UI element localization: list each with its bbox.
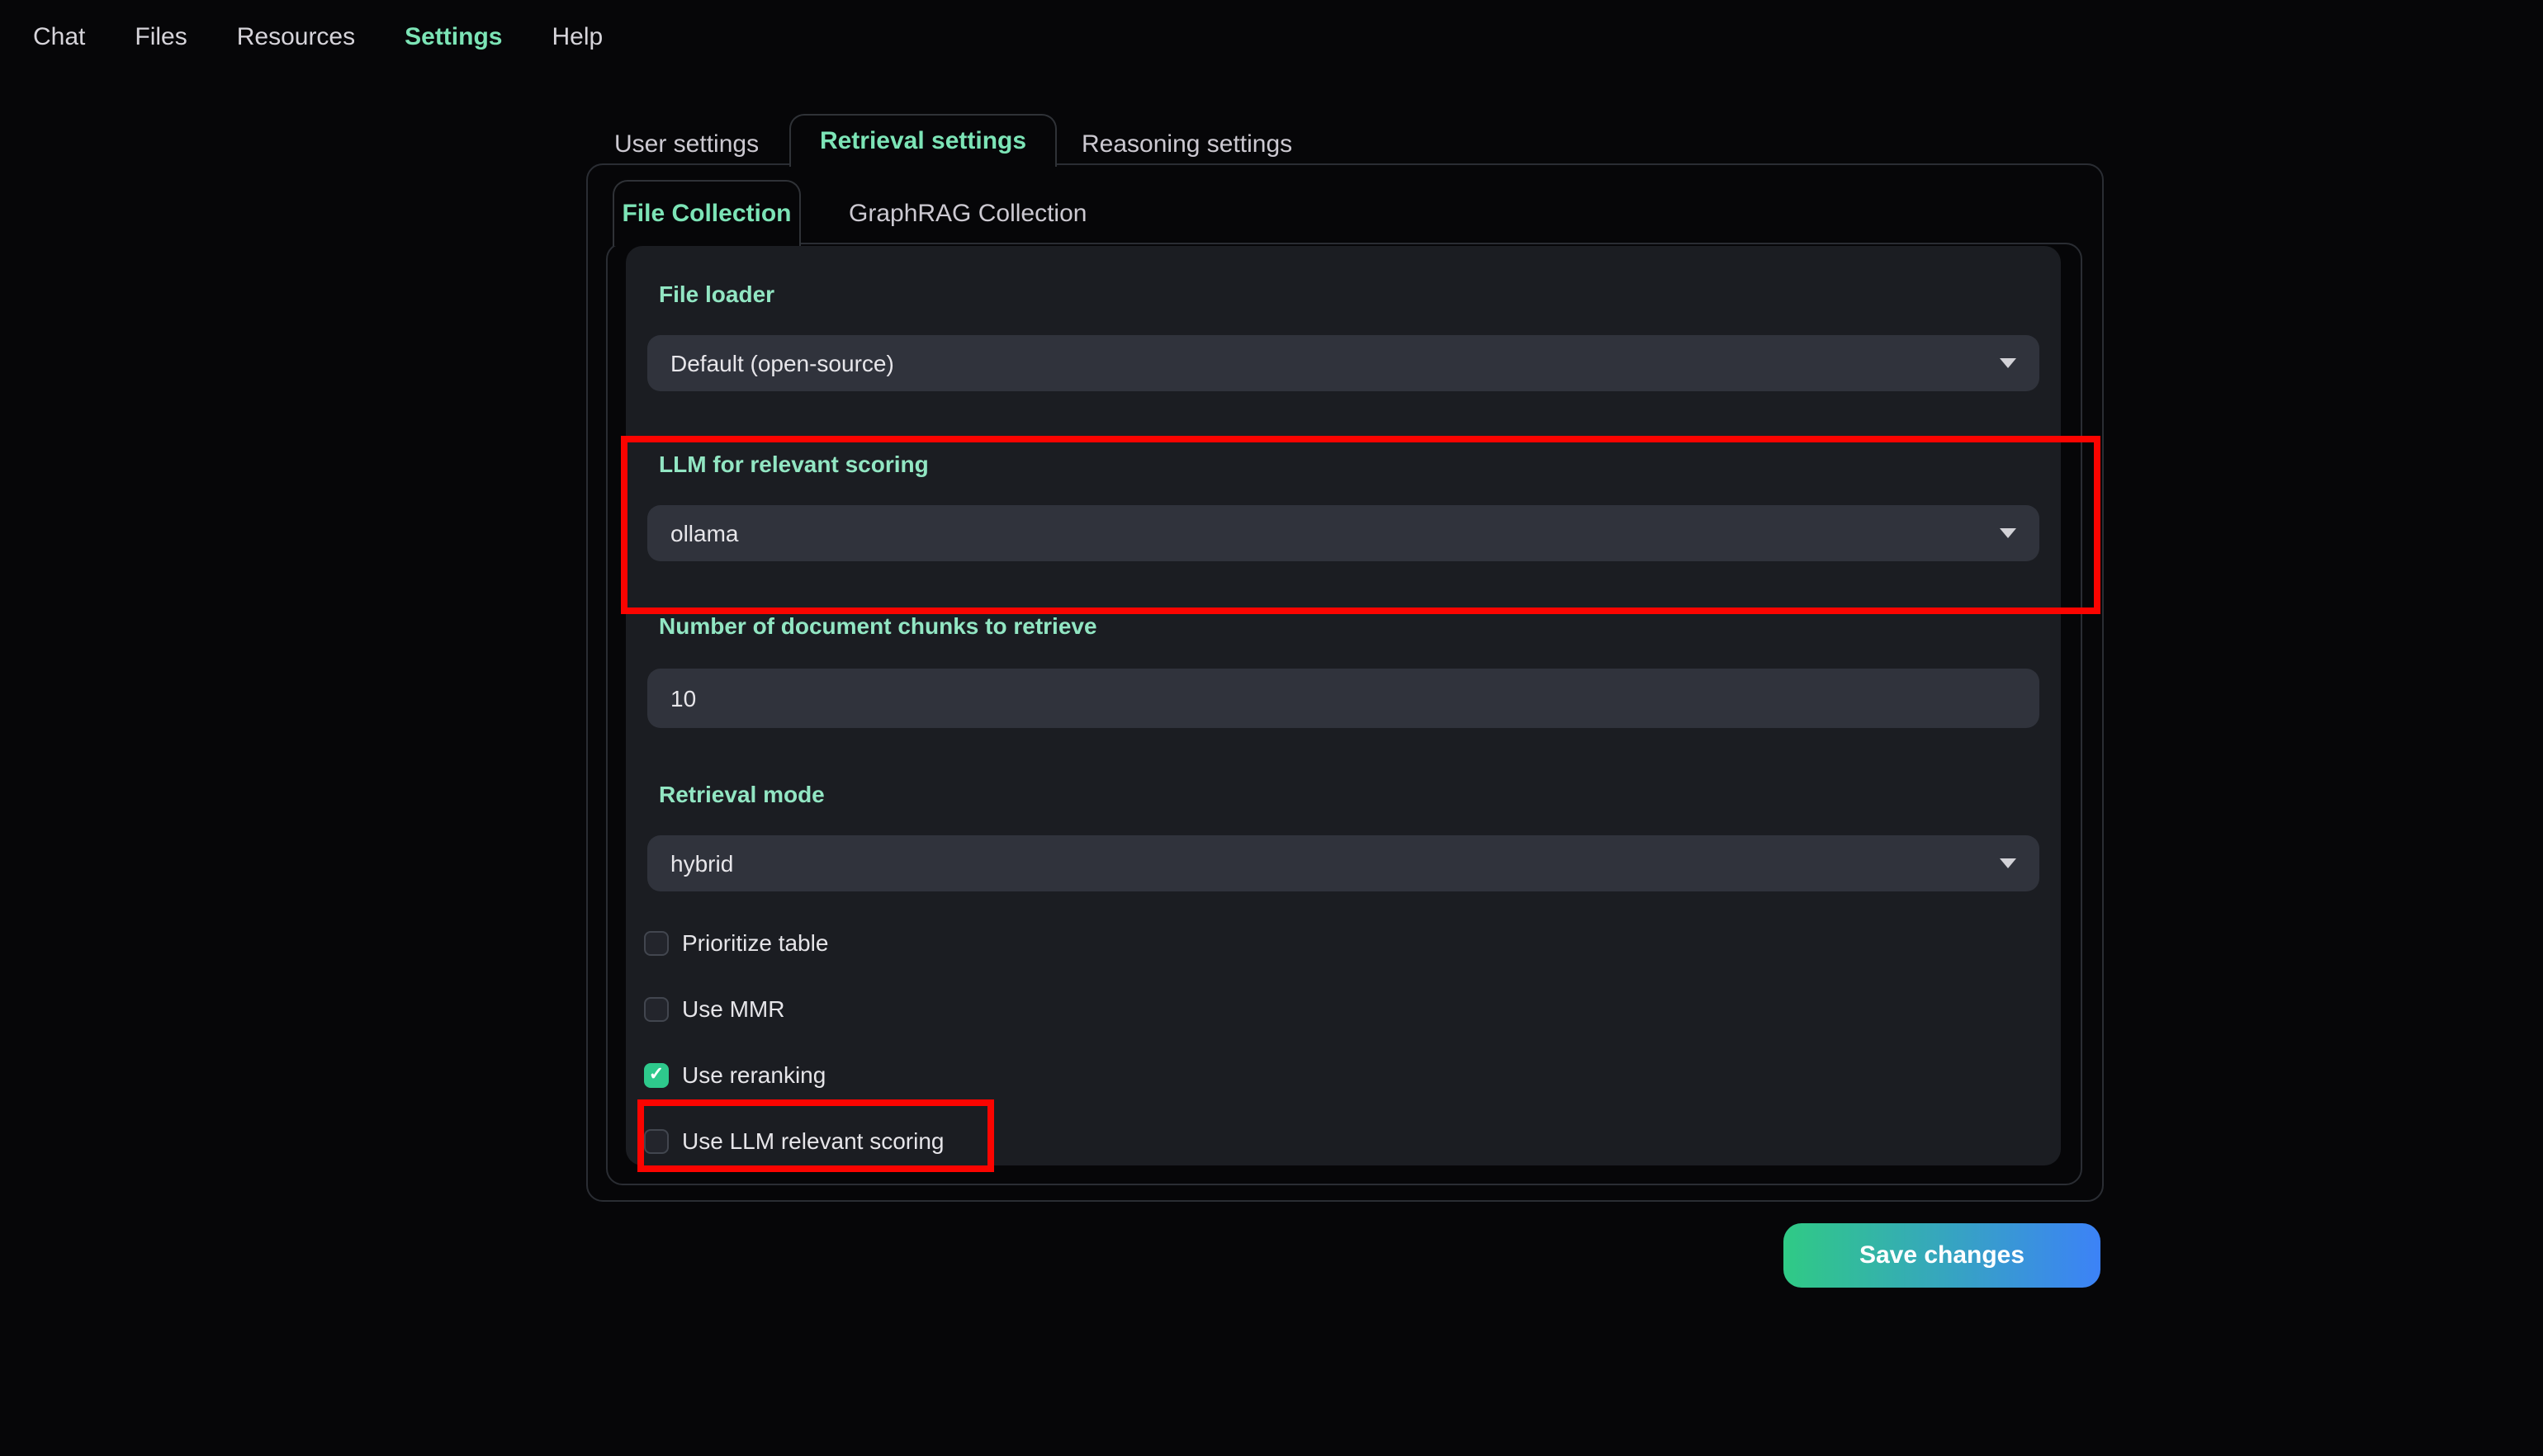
- check-icon: ✓: [648, 1064, 665, 1084]
- chevron-down-icon: [2000, 358, 2016, 368]
- llm-scoring-label: LLM for relevant scoring: [659, 451, 929, 477]
- app-window: Chat Files Resources Settings Help User …: [0, 0, 2543, 1456]
- nav-item-chat[interactable]: Chat: [33, 23, 85, 51]
- checkbox-icon[interactable]: ✓: [644, 996, 669, 1021]
- subtab-file-collection[interactable]: File Collection: [613, 180, 801, 246]
- tab-user-settings[interactable]: User settings: [614, 130, 759, 158]
- nav-item-help[interactable]: Help: [552, 23, 604, 51]
- llm-scoring-select[interactable]: ollama: [647, 505, 2039, 561]
- checkbox-row-use-reranking[interactable]: ✓ Use reranking: [644, 1061, 826, 1088]
- llm-scoring-value: ollama: [670, 520, 739, 546]
- chevron-down-icon: [2000, 858, 2016, 868]
- nav-item-resources[interactable]: Resources: [237, 23, 355, 51]
- checkbox-icon[interactable]: ✓: [644, 1062, 669, 1087]
- retrieval-mode-label: Retrieval mode: [659, 781, 825, 807]
- top-nav: Chat Files Resources Settings Help: [33, 23, 603, 51]
- nav-item-settings[interactable]: Settings: [405, 23, 502, 51]
- file-loader-select[interactable]: Default (open-source): [647, 335, 2039, 391]
- retrieval-mode-value: hybrid: [670, 850, 734, 877]
- checkbox-icon[interactable]: ✓: [644, 930, 669, 955]
- tab-retrieval-settings[interactable]: Retrieval settings: [789, 114, 1057, 167]
- checkbox-row-prioritize-table[interactable]: ✓ Prioritize table: [644, 929, 828, 956]
- save-changes-button[interactable]: Save changes: [1783, 1223, 2100, 1288]
- checkbox-label: Use MMR: [682, 995, 785, 1022]
- chunks-label: Number of document chunks to retrieve: [659, 612, 1097, 639]
- file-loader-value: Default (open-source): [670, 350, 894, 376]
- checkbox-row-use-mmr[interactable]: ✓ Use MMR: [644, 995, 784, 1022]
- checkbox-row-use-llm-relevant-scoring[interactable]: ✓ Use LLM relevant scoring: [644, 1127, 945, 1154]
- file-loader-label: File loader: [659, 281, 775, 307]
- tab-reasoning-settings[interactable]: Reasoning settings: [1082, 130, 1292, 158]
- checkbox-label: Use LLM relevant scoring: [682, 1127, 945, 1154]
- checkbox-label: Use reranking: [682, 1061, 826, 1088]
- nav-item-files[interactable]: Files: [135, 23, 187, 51]
- checkbox-icon[interactable]: ✓: [644, 1128, 669, 1153]
- retrieval-mode-select[interactable]: hybrid: [647, 835, 2039, 891]
- chunks-input[interactable]: [647, 669, 2039, 728]
- checkbox-label: Prioritize table: [682, 929, 829, 956]
- chevron-down-icon: [2000, 528, 2016, 538]
